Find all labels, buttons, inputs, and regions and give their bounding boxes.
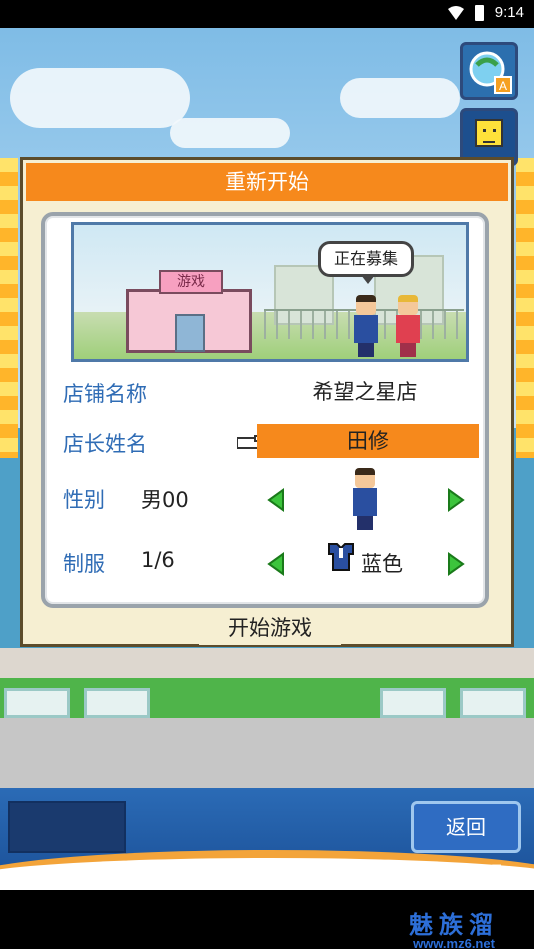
uniform-label: 制服: [63, 552, 105, 576]
arrow-left-icon: [267, 552, 284, 576]
language-button[interactable]: A: [460, 42, 518, 100]
arrow-right-icon: [448, 552, 465, 576]
battery-icon: [475, 5, 484, 21]
uniform-color: 蓝色: [361, 552, 403, 576]
arrow-left-icon: [267, 488, 284, 512]
store-preview: 游戏 正在募集: [71, 222, 469, 362]
marquee-lights-right: [516, 158, 534, 458]
marquee-lights-left: [0, 158, 18, 458]
shop-building: 游戏: [126, 270, 252, 353]
version-label: ver 1.07: [433, 862, 502, 883]
svg-text:A: A: [499, 79, 507, 93]
cloud: [170, 118, 290, 148]
wifi-icon: [448, 6, 464, 20]
start-game-button[interactable]: 开始游戏: [199, 611, 341, 645]
store-name-field[interactable]: 希望之星店: [265, 376, 465, 406]
gender-label: 性别: [63, 488, 105, 512]
uniform-index: 1/6: [141, 548, 175, 572]
manager-name-field[interactable]: 田修: [257, 424, 479, 458]
fence: [84, 688, 150, 718]
info-box: [8, 801, 126, 853]
manager-avatar: [351, 468, 379, 530]
gender-value: 男00: [141, 488, 189, 512]
arrow-right-icon: [448, 488, 465, 512]
status-bar: 9:14: [0, 0, 534, 28]
uniform-shirt-icon: [328, 543, 354, 571]
staff-character: [394, 295, 422, 357]
smiley-face-icon: [475, 119, 503, 147]
shop-door: [175, 314, 205, 352]
recruiting-bubble: 正在募集: [318, 241, 414, 284]
settings-panel: 游戏 正在募集 店铺名称 希望之星店 店长姓名 田修 性别 男00 制服 1/6…: [41, 212, 489, 608]
watermark: 魅族溜 www.mz6.net: [394, 905, 514, 949]
globe-refresh-icon: A: [469, 51, 512, 94]
fence: [460, 688, 526, 718]
gender-next-button[interactable]: [447, 488, 465, 512]
watermark-name: 魅族溜: [409, 911, 499, 939]
cloud: [340, 78, 460, 118]
dialog-title: 重新开始: [26, 163, 508, 201]
uniform-next-button[interactable]: [447, 552, 465, 576]
store-name-label: 店铺名称: [63, 382, 147, 406]
gender-prev-button[interactable]: [267, 488, 285, 512]
back-button[interactable]: 返回: [411, 801, 521, 853]
green-carpet: [0, 678, 534, 722]
manager-name-label: 店长姓名: [63, 432, 147, 456]
manager-character: [352, 295, 380, 357]
cloud: [10, 68, 190, 128]
uniform-prev-button[interactable]: [267, 552, 285, 576]
clock: 9:14: [494, 4, 524, 21]
fence: [4, 688, 70, 718]
restart-dialog: 重新开始 游戏 正在募集 店铺名称 希望之星店 店长姓名 田修 性别 男00 制…: [20, 157, 514, 647]
fence: [380, 688, 446, 718]
shop-sign: 游戏: [159, 270, 223, 294]
